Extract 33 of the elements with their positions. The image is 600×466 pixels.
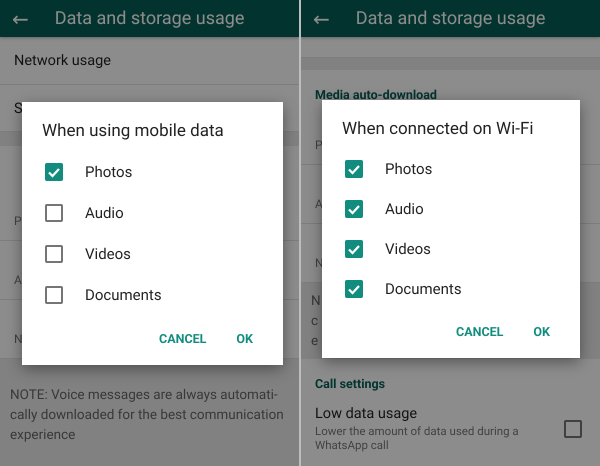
dialog-title: When connected on Wi-Fi	[342, 119, 534, 139]
screen-title: Data and storage usage	[356, 8, 546, 29]
screen-title: Data and storage usage	[54, 8, 244, 29]
option-label: Documents	[385, 280, 462, 298]
checkbox[interactable]	[45, 162, 63, 180]
checkbox[interactable]	[45, 244, 63, 262]
option-label: Videos	[385, 240, 431, 258]
note-text: NOTE: Voice messages are always automati- cally downloaded for the best communication experience	[10, 386, 284, 445]
back-button[interactable]: ←	[313, 6, 330, 30]
option-label: Videos	[85, 244, 131, 262]
checkbox[interactable]	[564, 420, 582, 438]
checkbox[interactable]	[345, 240, 363, 258]
dialog-button[interactable]: OK	[529, 321, 554, 344]
checkbox[interactable]	[345, 280, 363, 298]
option-label: Photos	[385, 160, 432, 178]
settings-row[interactable]: Low data usage Lower the amount of data used during a WhatsApp call	[301, 395, 600, 462]
checkbox[interactable]	[45, 204, 63, 222]
dialog-button[interactable]: CANCEL	[155, 328, 210, 351]
dialog-button[interactable]: OK	[232, 328, 257, 351]
dialog-button[interactable]: CANCEL	[452, 321, 508, 344]
checkbox[interactable]	[45, 286, 63, 304]
option-label: Audio	[85, 204, 124, 222]
settings-row[interactable]: Network usage	[0, 37, 299, 85]
option-label: Documents	[85, 286, 162, 304]
checkbox[interactable]	[345, 200, 363, 218]
dialog-title: When using mobile data	[42, 121, 225, 141]
note-text: N c e	[311, 292, 321, 351]
back-button[interactable]: ←	[12, 6, 29, 30]
section-header: Media auto-download	[315, 88, 437, 103]
option-label: Audio	[385, 200, 424, 218]
option-label: Photos	[85, 162, 132, 180]
section-header: Call settings	[315, 377, 386, 392]
checkbox[interactable]	[345, 160, 363, 178]
